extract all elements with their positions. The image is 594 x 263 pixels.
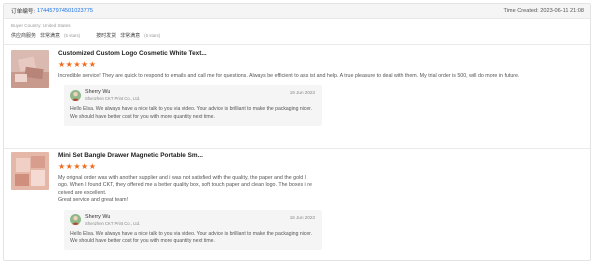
- star-icon: ★: [65, 60, 73, 69]
- product-thumbnail[interactable]: [11, 50, 49, 88]
- product-thumbnail[interactable]: [11, 152, 49, 190]
- review-text-line: My orignal order was with another suppli…: [58, 175, 306, 181]
- rating-label: 供应商服务: [11, 33, 37, 39]
- star-icon: ★: [81, 60, 89, 69]
- review-item: Customized Custom Logo Cosmetic White Te…: [11, 50, 584, 126]
- review-text-line: ceived are excellent.: [58, 189, 107, 196]
- rating-supplier-service: 供应商服务 非常满意 (5 stars): [11, 32, 80, 39]
- review-rating: ★ ★ ★ ★ ★: [58, 163, 584, 171]
- review-text: My orignal order was with another suppli…: [58, 175, 584, 205]
- reply-company: Shenzhen CKT Print Co., Ltd.: [85, 220, 141, 226]
- review-text-line: Great service and great team!: [58, 197, 129, 204]
- avatar: [70, 214, 81, 226]
- star-icon: ★: [73, 60, 81, 69]
- order-id: 订单编号: 174457974501023775: [11, 7, 93, 15]
- review-text-line: ogo. When I found CKT, they offered me a…: [58, 182, 312, 189]
- rating-value: 非常满意: [40, 33, 61, 39]
- buyer-country: Buyer Country: United States: [11, 23, 71, 28]
- rating-stars-text: (5 stars): [64, 33, 81, 38]
- star-icon: ★: [58, 60, 66, 69]
- star-icon: ★: [81, 162, 89, 171]
- reply-author: Sherry Wu: [85, 89, 111, 96]
- rating-on-time-shipment: 按时发货 非常满意 (5 stars): [96, 32, 160, 39]
- review-text: Incredible service! They are quick to re…: [58, 73, 520, 79]
- divider: [4, 148, 590, 149]
- star-icon: ★: [65, 162, 73, 171]
- star-icon: ★: [73, 162, 81, 171]
- avatar: [70, 89, 81, 101]
- reply-text: Hello Elsa. We always have a nice talk t…: [70, 106, 312, 120]
- reply-text: Hello Elsa. We always have a nice talk t…: [70, 230, 312, 244]
- order-meta: Buyer Country: United States 供应商服务 非常满意 …: [4, 19, 590, 39]
- product-title[interactable]: Mini Set Bangle Drawer Magnetic Portable…: [58, 152, 584, 159]
- supplier-ratings: 供应商服务 非常满意 (5 stars) 按时发货 非常满意 (5 stars): [11, 32, 583, 39]
- reply-company: Shenzhen CKT Print Co., Ltd.: [85, 96, 141, 102]
- star-icon: ★: [58, 162, 66, 171]
- reply-date: 16 Jun 2023: [289, 214, 315, 220]
- review-rating: ★ ★ ★ ★ ★: [58, 61, 584, 69]
- rating-stars-text: (5 stars): [144, 33, 161, 38]
- star-icon: ★: [88, 162, 96, 171]
- product-title[interactable]: Customized Custom Logo Cosmetic White Te…: [58, 50, 584, 57]
- supplier-reply: Sherry Wu Shenzhen CKT Print Co., Ltd. 1…: [64, 85, 322, 126]
- star-icon: ★: [88, 60, 96, 69]
- reply-date: 19 Jun 2023: [289, 90, 315, 96]
- review-item: Mini Set Bangle Drawer Magnetic Portable…: [11, 152, 584, 251]
- order-label: 订单编号:: [11, 9, 35, 15]
- supplier-reply: Sherry Wu Shenzhen CKT Print Co., Ltd. 1…: [64, 209, 322, 251]
- divider: [4, 44, 590, 45]
- order-header: 订单编号: 174457974501023775 Time Created: 2…: [4, 4, 590, 19]
- review-card: 订单编号: 174457974501023775 Time Created: 2…: [3, 3, 591, 261]
- rating-label: 按时发货: [96, 33, 117, 39]
- order-number-link[interactable]: 174457974501023775: [37, 8, 93, 14]
- reply-author: Sherry Wu: [85, 213, 111, 220]
- time-created: Time Created: 2023-06-11 21:08: [503, 8, 584, 14]
- rating-value: 非常满意: [120, 33, 141, 39]
